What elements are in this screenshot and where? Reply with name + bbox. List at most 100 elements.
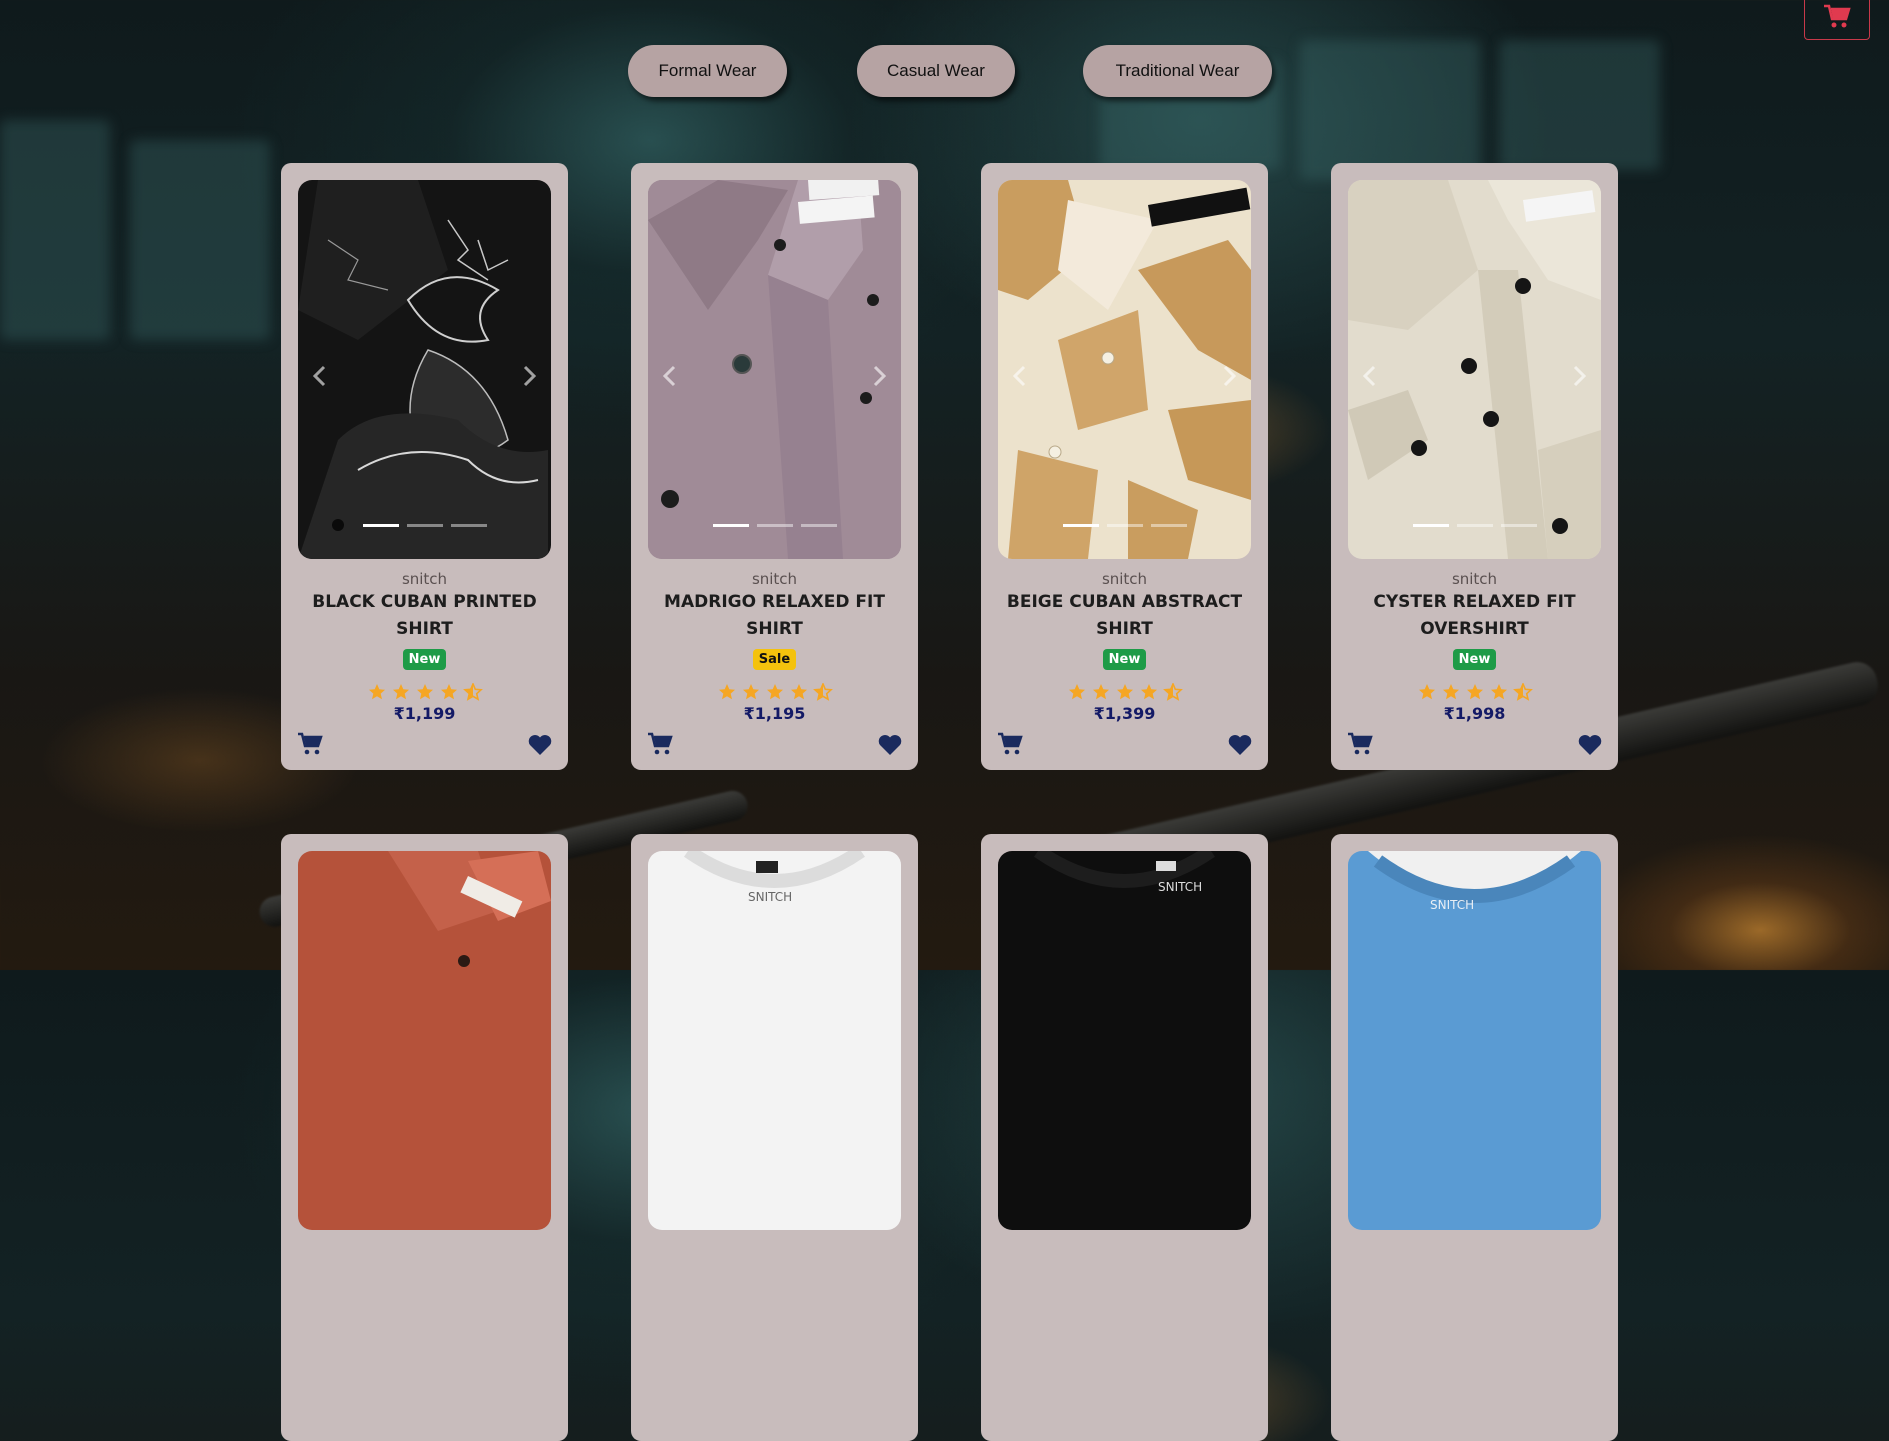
product-image-carousel[interactable]: SNITCH: [648, 851, 901, 1230]
carousel-indicator[interactable]: [362, 524, 399, 527]
star-icon: [392, 684, 409, 700]
status-badge: New: [1102, 649, 1147, 670]
product-card[interactable]: snitch CYSTER RELAXED FIT OVERSHIRT New …: [1331, 163, 1618, 770]
product-brand: snitch: [401, 570, 448, 588]
product-name[interactable]: MADRIGO RELAXED FIT SHIRT: [651, 589, 898, 643]
beige-abstract-shirt-image: [998, 180, 1251, 559]
chevron-left-icon[interactable]: [309, 365, 331, 387]
blue-tshirt-image: SNITCH: [1348, 851, 1601, 1230]
star-half-icon: [1512, 683, 1533, 701]
star-rating: [631, 683, 918, 703]
star-icon: [1092, 684, 1109, 700]
background-window: [1300, 40, 1480, 180]
product-image-carousel[interactable]: SNITCH: [1348, 851, 1601, 1230]
rust-shirt-image: [298, 851, 551, 1230]
heart-icon[interactable]: [1578, 734, 1602, 756]
product-card[interactable]: [281, 834, 568, 1441]
carousel-indicators: [998, 524, 1251, 527]
carousel-indicators: [1348, 524, 1601, 527]
carousel-indicator[interactable]: [1456, 524, 1493, 527]
chevron-right-icon[interactable]: [1568, 365, 1590, 387]
carousel-indicator[interactable]: [1150, 524, 1187, 527]
star-icon: [1442, 684, 1459, 700]
carousel-indicator[interactable]: [406, 524, 443, 527]
star-icon: [1116, 684, 1133, 700]
svg-text:SNITCH: SNITCH: [1158, 880, 1202, 894]
product-name[interactable]: CYSTER RELAXED FIT OVERSHIRT: [1351, 589, 1598, 643]
star-icon: [1418, 684, 1435, 700]
product-price: ₹1,195: [743, 704, 806, 723]
heart-icon[interactable]: [528, 734, 552, 756]
svg-text:SNITCH: SNITCH: [748, 890, 792, 904]
product-name[interactable]: BEIGE CUBAN ABSTRACT SHIRT: [1001, 589, 1248, 643]
star-rating: [981, 683, 1268, 703]
product-image-carousel[interactable]: [298, 851, 551, 1230]
product-image-carousel[interactable]: [1348, 180, 1601, 559]
black-printed-shirt-image: [298, 180, 551, 559]
carousel-indicator[interactable]: [1500, 524, 1537, 527]
carousel-indicators: [648, 524, 901, 527]
chevron-right-icon[interactable]: [1218, 365, 1240, 387]
category-formal-wear-button[interactable]: Formal Wear: [628, 45, 787, 97]
product-card[interactable]: SNITCH: [1331, 834, 1618, 1441]
product-image-carousel[interactable]: [298, 180, 551, 559]
product-card[interactable]: SNITCH: [631, 834, 918, 1441]
star-rating: [1331, 683, 1618, 703]
chevron-left-icon[interactable]: [659, 365, 681, 387]
star-half-icon: [812, 683, 833, 701]
product-image-carousel[interactable]: [648, 180, 901, 559]
star-icon: [718, 684, 735, 700]
star-icon: [742, 684, 759, 700]
product-brand: snitch: [1451, 570, 1498, 588]
product-image-carousel[interactable]: [998, 180, 1251, 559]
star-half-icon: [1162, 683, 1183, 701]
cart-button[interactable]: [1804, 0, 1870, 40]
add-to-cart-icon[interactable]: [297, 732, 323, 756]
chevron-right-icon[interactable]: [518, 365, 540, 387]
background-window: [130, 140, 270, 340]
star-icon: [1466, 684, 1483, 700]
star-half-icon: [462, 683, 483, 701]
product-name[interactable]: BLACK CUBAN PRINTED SHIRT: [301, 589, 548, 643]
carousel-indicator[interactable]: [450, 524, 487, 527]
star-icon: [1140, 684, 1157, 700]
product-card[interactable]: SNITCH: [981, 834, 1268, 1441]
star-icon: [440, 684, 457, 700]
star-icon: [1068, 684, 1085, 700]
carousel-indicator[interactable]: [1412, 524, 1449, 527]
carousel-indicator[interactable]: [1062, 524, 1099, 527]
mauve-shirt-image: [648, 180, 901, 559]
status-badge: Sale: [752, 649, 797, 670]
background-window: [0, 120, 110, 340]
category-traditional-wear-button[interactable]: Traditional Wear: [1083, 45, 1272, 97]
product-card[interactable]: snitch BEIGE CUBAN ABSTRACT SHIRT New ₹1…: [981, 163, 1268, 770]
heart-icon[interactable]: [1228, 734, 1252, 756]
carousel-indicator[interactable]: [800, 524, 837, 527]
chevron-left-icon[interactable]: [1009, 365, 1031, 387]
svg-text:SNITCH: SNITCH: [1430, 898, 1474, 912]
add-to-cart-icon[interactable]: [997, 732, 1023, 756]
star-rating: [281, 683, 568, 703]
status-badge: New: [1452, 649, 1497, 670]
carousel-indicators: [298, 524, 551, 527]
product-brand: snitch: [751, 570, 798, 588]
product-card[interactable]: snitch BLACK CUBAN PRINTED SHIRT New ₹1,…: [281, 163, 568, 770]
cream-overshirt-image: [1348, 180, 1601, 559]
carousel-indicator[interactable]: [756, 524, 793, 527]
heart-icon[interactable]: [878, 734, 902, 756]
add-to-cart-icon[interactable]: [647, 732, 673, 756]
black-tshirt-image: SNITCH: [998, 851, 1251, 1230]
carousel-indicator[interactable]: [1106, 524, 1143, 527]
status-badge: New: [402, 649, 447, 670]
chevron-left-icon[interactable]: [1359, 365, 1381, 387]
product-card[interactable]: snitch MADRIGO RELAXED FIT SHIRT Sale ₹1…: [631, 163, 918, 770]
category-casual-wear-button[interactable]: Casual Wear: [857, 45, 1015, 97]
shopping-cart-icon: [1824, 4, 1851, 28]
product-brand: snitch: [1101, 570, 1148, 588]
product-image-carousel[interactable]: SNITCH: [998, 851, 1251, 1230]
add-to-cart-icon[interactable]: [1347, 732, 1373, 756]
chevron-right-icon[interactable]: [868, 365, 890, 387]
star-icon: [368, 684, 385, 700]
carousel-indicator[interactable]: [712, 524, 749, 527]
product-price: ₹1,199: [393, 704, 456, 723]
